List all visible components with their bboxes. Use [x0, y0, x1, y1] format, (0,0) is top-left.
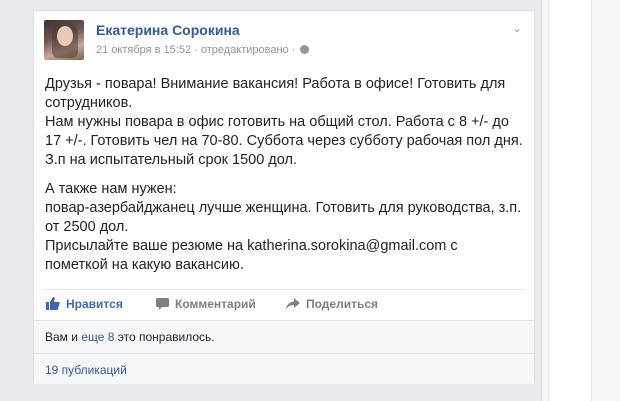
- likes-summary: Вам и еще 8 это понравилось.: [34, 320, 534, 353]
- shares-summary: 19 публикаций: [34, 353, 534, 384]
- post-paragraph: А также нам нужен: повар-азербайджанец л…: [45, 181, 522, 273]
- share-button[interactable]: Поделиться: [286, 297, 378, 311]
- avatar-face: [57, 26, 73, 46]
- avatar[interactable]: [44, 20, 84, 60]
- like-button[interactable]: Нравится: [46, 297, 123, 311]
- post-header: Екатерина Сорокина 21 октября в 15:52 · …: [44, 20, 524, 64]
- post-actions: Нравится Комментарий Поделиться: [44, 289, 524, 318]
- thumbs-up-icon: [46, 297, 60, 310]
- post-body: Друзья - повара! Внимание вакансия! Рабо…: [45, 75, 523, 285]
- likes-text: Вам и еще 8 это понравилось.: [45, 330, 215, 344]
- share-arrow-icon: [286, 298, 300, 310]
- globe-icon: [300, 45, 310, 54]
- page: Екатерина Сорокина 21 октября в 15:52 · …: [0, 0, 620, 401]
- chevron-down-icon[interactable]: ⌄: [510, 24, 524, 35]
- author-name[interactable]: Екатерина Сорокина: [96, 22, 240, 38]
- comment-button[interactable]: Комментарий: [156, 297, 256, 311]
- post-paragraph: Друзья - повара! Внимание вакансия! Рабо…: [45, 76, 523, 168]
- post-meta: 21 октября в 15:52 · отредактировано ·: [96, 44, 310, 56]
- post-card: Екатерина Сорокина 21 октября в 15:52 · …: [33, 10, 535, 384]
- shares-link[interactable]: 19 публикаций: [45, 363, 127, 377]
- comment-icon: [156, 298, 169, 310]
- right-column: [541, 0, 620, 401]
- post-edited[interactable]: · отредактировано ·: [194, 44, 295, 56]
- right-column-panel: [548, 0, 592, 401]
- likes-more-link[interactable]: еще 8: [81, 330, 114, 344]
- post-timestamp[interactable]: 21 октября в 15:52: [96, 44, 191, 56]
